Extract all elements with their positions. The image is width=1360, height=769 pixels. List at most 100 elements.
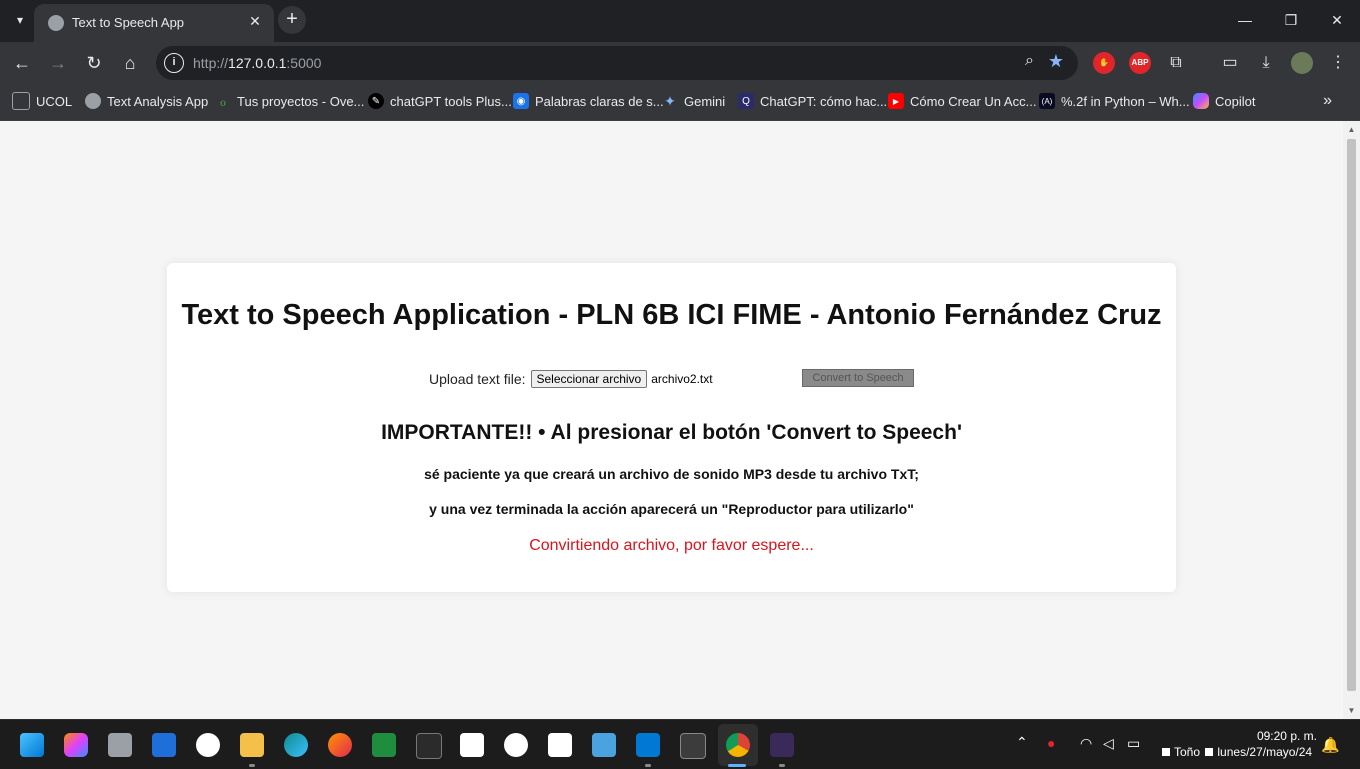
selected-file-name: archivo2.txt bbox=[651, 372, 713, 386]
zoom-icon[interactable]: ⌕ bbox=[1025, 52, 1034, 70]
reload-button[interactable]: ↻ bbox=[82, 51, 106, 75]
upload-row: Upload text file: Seleccionar archivo ar… bbox=[429, 369, 713, 389]
tts-card: Text to Speech Application - PLN 6B ICI … bbox=[167, 263, 1176, 592]
windows-taskbar: ⌃ ● ◠ ◁ ▭ 09:20 p. m. Toño lunes/27/mayo… bbox=[0, 719, 1360, 769]
patience-note: sé paciente ya que creará un archivo de … bbox=[424, 466, 919, 482]
tray-chevron-icon[interactable]: ⌃ bbox=[1016, 734, 1028, 751]
bookmarks-bar: UCOL Text Analysis App ℴ Tus proyectos - … bbox=[0, 84, 1360, 121]
clock-time[interactable]: 09:20 p. m. bbox=[1257, 729, 1317, 743]
task-view-icon[interactable] bbox=[108, 733, 132, 757]
browser-toolbar: ← → ↻ ⌂ i http://127.0.0.1:5000 ⌕ ★ ✋ AB… bbox=[0, 42, 1360, 84]
site-info-icon[interactable]: i bbox=[164, 53, 184, 73]
bookmark-label: Palabras claras de s... bbox=[535, 93, 664, 109]
tab-text-to-speech[interactable]: Text to Speech App ✕ bbox=[34, 4, 274, 42]
scroll-down-icon[interactable]: ▼ bbox=[1347, 706, 1356, 715]
url-text[interactable]: http://127.0.0.1:5000 bbox=[193, 55, 321, 71]
running-indicator bbox=[249, 764, 255, 767]
file-explorer-icon[interactable] bbox=[240, 733, 264, 757]
home-button[interactable]: ⌂ bbox=[118, 51, 142, 75]
profile-avatar[interactable] bbox=[1291, 52, 1313, 74]
running-indicator bbox=[645, 764, 651, 767]
vscode-icon[interactable] bbox=[636, 733, 660, 757]
classroom-icon[interactable] bbox=[372, 733, 396, 757]
globe-icon bbox=[48, 15, 64, 31]
back-button[interactable]: ← bbox=[10, 51, 34, 75]
bookmark-chatgpt-como[interactable]: Q ChatGPT: cómo hac... bbox=[738, 92, 887, 110]
antivirus-tray-icon[interactable]: ● bbox=[1047, 735, 1055, 751]
git-graph-icon-2[interactable] bbox=[548, 733, 572, 757]
bookmark-label: Cómo Crear Un Acc... bbox=[910, 93, 1037, 109]
bookmark-label: ChatGPT: cómo hac... bbox=[760, 93, 888, 109]
download-icon[interactable]: ⤓ bbox=[1255, 52, 1277, 74]
extensions-puzzle-icon[interactable]: ⧉ bbox=[1165, 52, 1187, 74]
bookmarks-overflow-icon[interactable]: » bbox=[1323, 92, 1332, 110]
close-tab-icon[interactable]: ✕ bbox=[246, 13, 264, 31]
minimize-button[interactable]: — bbox=[1222, 8, 1268, 32]
important-notice: IMPORTANTE!! • Al presionar el botón 'Co… bbox=[381, 421, 962, 444]
copilot-taskbar-icon[interactable] bbox=[64, 733, 88, 757]
bookmark-star-icon[interactable]: ★ bbox=[1048, 51, 1064, 72]
tab-search-chevron-icon[interactable]: ▾ bbox=[8, 8, 32, 32]
freecodecamp-icon: (A) bbox=[1039, 93, 1055, 109]
battery-icon[interactable]: ▭ bbox=[1127, 735, 1140, 752]
quill-icon: ✎ bbox=[368, 93, 384, 109]
chrome-icon[interactable] bbox=[726, 733, 750, 757]
bookmark-youtube[interactable]: ▶ Cómo Crear Un Acc... bbox=[888, 92, 1036, 110]
overleaf-icon: ℴ bbox=[219, 92, 227, 109]
bookmark-label: Tus proyectos - Ove... bbox=[237, 93, 365, 109]
menu-kebab-icon[interactable]: ⋮ bbox=[1327, 52, 1349, 74]
youtube-icon: ▶ bbox=[888, 93, 904, 109]
github-icon[interactable] bbox=[504, 733, 528, 757]
bookmark-label: Text Analysis App bbox=[107, 93, 209, 109]
copilot-icon bbox=[1193, 93, 1209, 109]
choose-file-button[interactable]: Seleccionar archivo bbox=[530, 370, 648, 388]
bookmark-copilot[interactable]: Copilot bbox=[1193, 92, 1255, 110]
gemini-icon: ✦ bbox=[664, 92, 676, 109]
notepad-icon[interactable] bbox=[592, 733, 616, 757]
running-indicator bbox=[779, 764, 785, 767]
command-prompt-icon[interactable] bbox=[680, 733, 706, 759]
chatgpt-icon: Q bbox=[738, 93, 754, 109]
bookmark-freecodecamp[interactable]: (A) %.2f in Python – Wh... bbox=[1039, 92, 1190, 110]
cast-icon[interactable]: ▭ bbox=[1219, 52, 1241, 74]
active-indicator bbox=[728, 764, 746, 767]
widgets-icon[interactable] bbox=[152, 733, 176, 757]
clock-date[interactable]: Toño lunes/27/mayo/24 bbox=[1162, 745, 1312, 759]
player-note: y una vez terminada la acción aparecerá … bbox=[429, 501, 914, 517]
close-window-button[interactable]: ✕ bbox=[1314, 8, 1360, 32]
bookmark-overleaf[interactable]: ℴ Tus proyectos - Ove... bbox=[215, 92, 365, 110]
address-bar[interactable]: i http://127.0.0.1:5000 ⌕ ★ bbox=[156, 46, 1078, 80]
forward-button[interactable]: → bbox=[46, 51, 70, 75]
bookmark-label: %.2f in Python – Wh... bbox=[1061, 93, 1190, 109]
bookmark-label: Copilot bbox=[1215, 93, 1256, 109]
scroll-thumb[interactable] bbox=[1347, 139, 1356, 691]
abp-icon[interactable]: ABP bbox=[1129, 52, 1151, 74]
bookmark-palabras-claras[interactable]: ◉ Palabras claras de s... bbox=[513, 92, 664, 110]
windows-start-icon[interactable] bbox=[20, 733, 44, 757]
upload-label: Upload text file: bbox=[429, 371, 526, 387]
msdos-icon[interactable] bbox=[770, 733, 794, 757]
bookmark-gemini[interactable]: ✦ Gemini bbox=[662, 92, 725, 110]
git-graph-icon[interactable] bbox=[460, 733, 484, 757]
adblock-icon[interactable]: ✋ bbox=[1093, 52, 1115, 74]
clock-user: Toño bbox=[1174, 745, 1201, 759]
wifi-icon[interactable]: ◠ bbox=[1080, 735, 1092, 752]
convert-to-speech-button[interactable]: Convert to Speech bbox=[802, 369, 914, 387]
tab-strip: ▾ Text to Speech App ✕ + — ❐ ✕ bbox=[0, 0, 1360, 42]
chat-icon: ◉ bbox=[513, 93, 529, 109]
volume-icon[interactable]: ◁ bbox=[1103, 735, 1114, 752]
page-viewport: Text to Speech Application - PLN 6B ICI … bbox=[0, 121, 1343, 719]
notification-bell-icon[interactable]: 🔔 bbox=[1321, 736, 1340, 754]
new-tab-button[interactable]: + bbox=[278, 6, 306, 34]
terminal-icon[interactable] bbox=[416, 733, 442, 759]
firefox-icon[interactable] bbox=[328, 733, 352, 757]
globe-icon bbox=[85, 93, 101, 109]
restore-button[interactable]: ❐ bbox=[1268, 8, 1314, 32]
edge-icon[interactable] bbox=[284, 733, 308, 757]
bookmark-ucol[interactable]: UCOL bbox=[12, 92, 72, 110]
bookmark-text-analysis[interactable]: Text Analysis App bbox=[85, 92, 208, 110]
scroll-up-icon[interactable]: ▲ bbox=[1347, 125, 1356, 134]
bookmark-chatgpt-tools[interactable]: ✎ chatGPT tools Plus... bbox=[368, 92, 512, 110]
mongodb-icon[interactable] bbox=[196, 733, 220, 757]
vertical-scrollbar[interactable]: ▲ ▼ bbox=[1343, 121, 1360, 719]
